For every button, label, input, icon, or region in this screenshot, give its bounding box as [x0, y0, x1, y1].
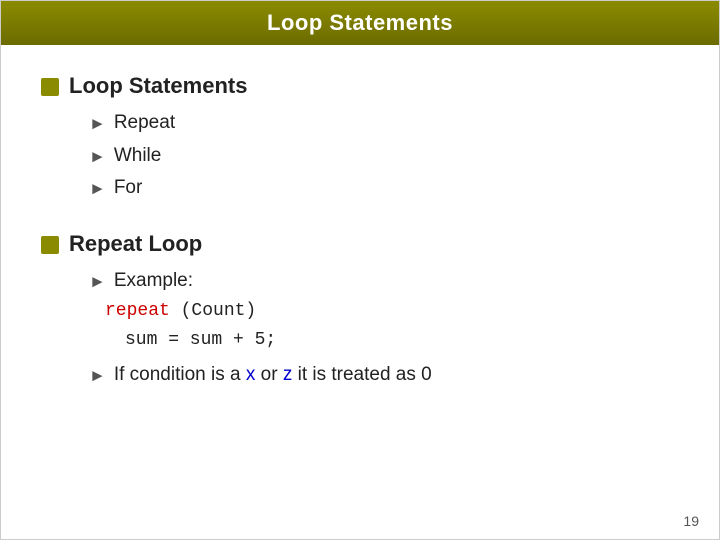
section-repeat-loop: Repeat Loop ► Example: repeat (Count) su…	[41, 231, 679, 390]
arrow-icon: ►	[89, 144, 106, 170]
list-item: ► Example: repeat (Count) sum = sum + 5;	[89, 267, 679, 355]
subitem-repeat: Repeat	[114, 109, 175, 138]
section1-heading: Loop Statements	[41, 73, 679, 99]
header-bar: Loop Statements	[1, 1, 719, 45]
bullet-icon-2	[41, 236, 59, 254]
section1-subitems: ► Repeat ► While ► For	[89, 109, 679, 203]
arrow-icon: ►	[89, 269, 106, 295]
arrow-icon: ►	[89, 176, 106, 202]
section-loop-statements: Loop Statements ► Repeat ► While ► For	[41, 73, 679, 203]
list-item: ► Repeat	[89, 109, 679, 138]
bullet-icon-1	[41, 78, 59, 96]
example-label: Example:	[114, 267, 193, 296]
code-sum: sum = sum + 5;	[125, 330, 276, 350]
section2-title: Repeat Loop	[69, 231, 202, 257]
content-area: Loop Statements ► Repeat ► While ► For	[1, 45, 719, 437]
if-condition-text: If condition is a x or z it is treated a…	[114, 361, 432, 390]
code-line-1: repeat (Count)	[105, 297, 276, 326]
arrow-icon: ►	[89, 363, 106, 389]
code-line-2: sum = sum + 5;	[125, 326, 276, 355]
var-z: z	[283, 364, 293, 385]
section2-subitems: ► Example: repeat (Count) sum = sum + 5;	[89, 267, 679, 390]
section1-title: Loop Statements	[69, 73, 247, 99]
list-item: ► While	[89, 142, 679, 171]
header-title: Loop Statements	[267, 10, 453, 36]
var-x: x	[246, 364, 256, 385]
list-item: ► If condition is a x or z it is treated…	[89, 361, 679, 390]
code-block: repeat (Count) sum = sum + 5;	[105, 297, 276, 355]
subitem-for: For	[114, 174, 143, 203]
keyword-repeat: repeat	[105, 301, 170, 321]
subitem-while: While	[114, 142, 162, 171]
slide: Loop Statements Loop Statements ► Repeat…	[0, 0, 720, 540]
code-count: (Count)	[170, 301, 256, 321]
page-number: 19	[683, 513, 699, 529]
list-item: ► For	[89, 174, 679, 203]
section2-heading: Repeat Loop	[41, 231, 679, 257]
arrow-icon: ►	[89, 111, 106, 137]
